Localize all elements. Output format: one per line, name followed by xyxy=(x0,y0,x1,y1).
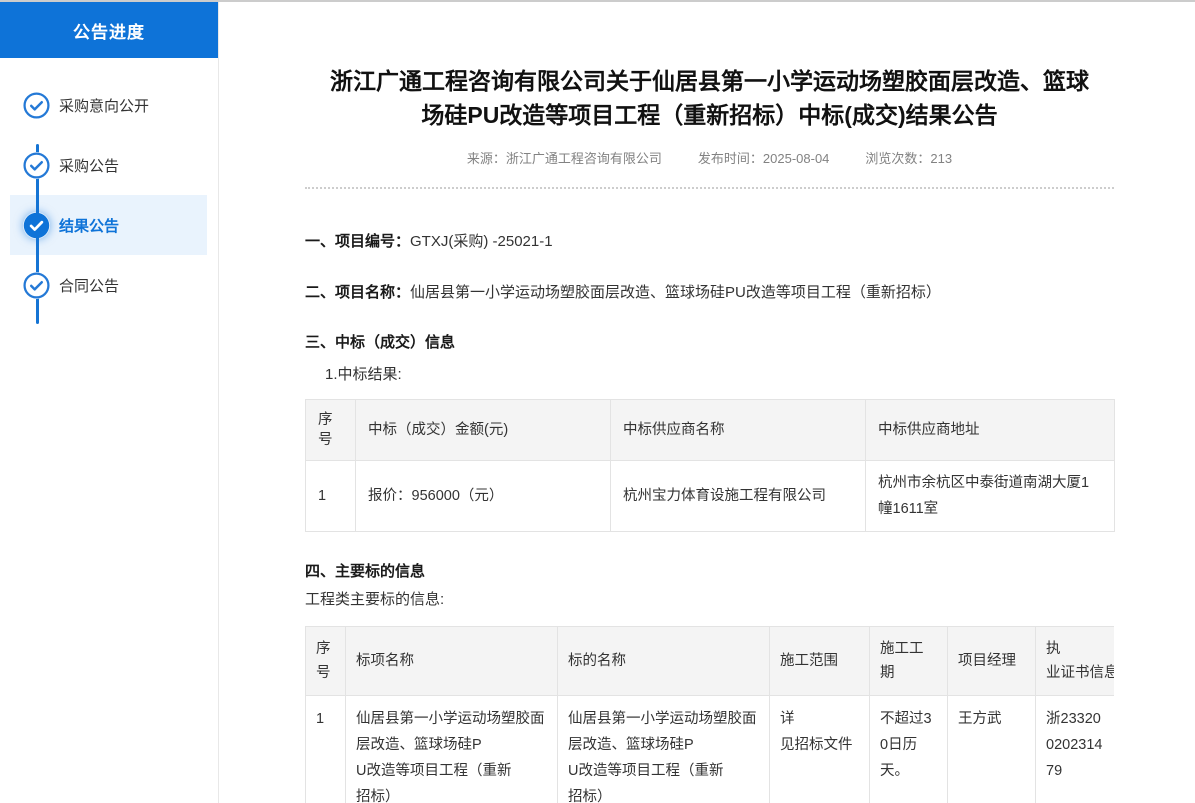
subject-table-clip: 序 号 标项名称 标的名称 施工范围 施工工 期 项目经理 执 业证书信息 1 xyxy=(305,626,1114,803)
sidebar-item-label: 采购意向公开 xyxy=(59,95,149,116)
award-result-subtitle: 1.中标结果: xyxy=(305,365,1114,385)
page-title: 浙江广通工程咨询有限公司关于仙居县第一小学运动场塑胶面层改造、篮球 场硅PU改造… xyxy=(305,64,1114,132)
cell-construction-period: 不超过3 0日历 天。 xyxy=(870,696,948,803)
sidebar-item-label: 采购公告 xyxy=(59,155,119,176)
cell-subject-name: 仙居县第一小学运动场塑胶面 层改造、篮球场硅P U改造等项目工程（重新 招标） xyxy=(558,696,770,803)
table-row: 1 报价：956000（元） 杭州宝力体育设施工程有限公司 杭州市余杭区中泰街道… xyxy=(306,461,1115,532)
sidebar-title: 公告进度 xyxy=(0,2,218,58)
check-circle-filled-icon xyxy=(23,212,50,239)
sidebar-item-label: 结果公告 xyxy=(59,215,119,236)
cell-supplier-address: 杭州市余杭区中泰街道南湖大厦1 幢1611室 xyxy=(866,461,1115,532)
cell-index: 1 xyxy=(306,696,346,803)
column-header: 中标供应商地址 xyxy=(866,400,1115,461)
section-award-info-title: 三、中标（成交）信息 xyxy=(305,333,1114,353)
table-header-row: 序 号 标项名称 标的名称 施工范围 施工工 期 项目经理 执 业证书信息 xyxy=(306,627,1115,696)
subject-info-subtitle: 工程类主要标的信息: xyxy=(305,590,1114,610)
sidebar-item-result-notice[interactable]: 结果公告 xyxy=(10,195,207,255)
column-header: 序 号 xyxy=(306,627,346,696)
cell-project-manager: 王方武 xyxy=(948,696,1036,803)
sidebar-item-contract-notice[interactable]: 合同公告 xyxy=(10,255,207,315)
check-circle-icon xyxy=(23,92,50,119)
award-result-table: 序号 中标（成交）金额(元) 中标供应商名称 中标供应商地址 1 报价：9560… xyxy=(305,399,1115,532)
cell-amount: 报价：956000（元） xyxy=(356,461,611,532)
column-header: 中标供应商名称 xyxy=(611,400,866,461)
dotted-divider xyxy=(305,187,1114,189)
section-project-name: 二、项目名称：仙居县第一小学运动场塑胶面层改造、篮球场硅PU改造等项目工程（重新… xyxy=(305,283,1114,303)
page-layout: 公告进度 采购意向公开 采购公告 结果公告 xyxy=(0,2,1195,803)
progress-steps: 采购意向公开 采购公告 结果公告 合同公告 xyxy=(0,58,218,315)
table-row: 1 仙居县第一小学运动场塑胶面 层改造、篮球场硅P U改造等项目工程（重新 招标… xyxy=(306,696,1115,803)
column-header: 施工范围 xyxy=(770,627,870,696)
column-header: 项目经理 xyxy=(948,627,1036,696)
column-header: 序号 xyxy=(306,400,356,461)
meta-source: 来源：浙江广通工程咨询有限公司 xyxy=(467,148,662,167)
sidebar-item-procurement-intent[interactable]: 采购意向公开 xyxy=(10,75,207,135)
check-circle-icon xyxy=(23,152,50,179)
check-circle-icon xyxy=(23,272,50,299)
sidebar-item-label: 合同公告 xyxy=(59,275,119,296)
cell-construction-scope: 详 见招标文件 xyxy=(770,696,870,803)
meta-view-count: 浏览次数：213 xyxy=(865,148,952,167)
cell-index: 1 xyxy=(306,461,356,532)
cell-supplier-name: 杭州宝力体育设施工程有限公司 xyxy=(611,461,866,532)
column-header: 施工工 期 xyxy=(870,627,948,696)
cell-lot-name: 仙居县第一小学运动场塑胶面 层改造、篮球场硅P U改造等项目工程（重新 招标） xyxy=(346,696,558,803)
column-header: 中标（成交）金额(元) xyxy=(356,400,611,461)
subject-info-table: 序 号 标项名称 标的名称 施工范围 施工工 期 项目经理 执 业证书信息 1 xyxy=(305,626,1114,803)
announcement-main: 浙江广通工程咨询有限公司关于仙居县第一小学运动场塑胶面层改造、篮球 场硅PU改造… xyxy=(219,2,1195,803)
table-header-row: 序号 中标（成交）金额(元) 中标供应商名称 中标供应商地址 xyxy=(306,400,1115,461)
sidebar-item-procurement-notice[interactable]: 采购公告 xyxy=(10,135,207,195)
column-header: 标的名称 xyxy=(558,627,770,696)
cell-certificate-number: 浙23320 0202314 79 xyxy=(1036,696,1115,803)
article-meta: 来源：浙江广通工程咨询有限公司 发布时间：2025-08-04 浏览次数：213 xyxy=(305,148,1114,167)
section-subject-info-title: 四、主要标的信息 xyxy=(305,562,1114,582)
column-header: 标项名称 xyxy=(346,627,558,696)
announcement-progress-sidebar: 公告进度 采购意向公开 采购公告 结果公告 xyxy=(0,2,219,803)
meta-publish-time: 发布时间：2025-08-04 xyxy=(698,148,830,167)
section-project-number: 一、项目编号：GTXJ(采购) -25021-1 xyxy=(305,232,1114,252)
column-header: 执 业证书信息 xyxy=(1036,627,1115,696)
